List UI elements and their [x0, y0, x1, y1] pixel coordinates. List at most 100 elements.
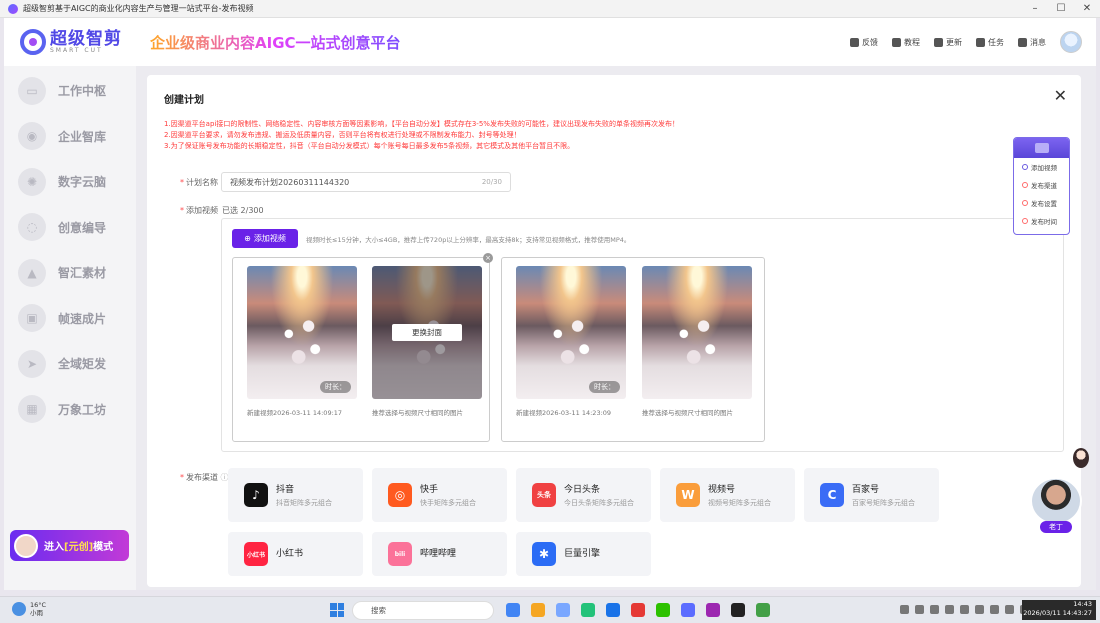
monitor-icon: ▭ — [18, 76, 46, 105]
taskbar: 16°C 小雨 搜索 14:43 2026/03/11 14:43:27 — [0, 596, 1100, 623]
sidebar-item-label: 创意编导 — [58, 220, 107, 235]
header-action-label: 反馈 — [862, 37, 878, 47]
logo[interactable]: 超级智剪 SMART CUT — [20, 29, 150, 55]
video-thumbnail[interactable]: 更换封面 — [372, 266, 482, 399]
player-icon[interactable] — [731, 603, 745, 617]
taskbar-search[interactable]: 搜索 — [352, 601, 494, 620]
video-thumbnail[interactable] — [642, 266, 752, 399]
xiaohongshu-icon: 小红书 — [244, 542, 268, 566]
window-titlebar: 超级智剪基于AIGC的商业化内容生产与管理一站式平台-发布视频 – ☐ ✕ — [0, 0, 1100, 18]
step-0[interactable]: 添加视频 — [1014, 158, 1069, 176]
weather-icon — [12, 602, 26, 616]
video-thumbnail[interactable]: 时长： — [516, 266, 626, 399]
step-2[interactable]: 发布设置 — [1014, 194, 1069, 212]
enter-yuanchuang-mode-button[interactable]: 进入 [元创] 模式 — [10, 530, 129, 561]
header-action-label: 任务 — [988, 37, 1004, 47]
maximize-button[interactable]: ☐ — [1048, 3, 1074, 14]
publish-steps-panel: 添加视频发布渠道 发布设置 发布时间 — [1013, 137, 1070, 235]
juliang-icon: ✱ — [532, 542, 556, 566]
sidebar-item-3[interactable]: ◌ 创意编导 — [4, 205, 136, 251]
bulb-icon: ◉ — [18, 122, 46, 151]
weather-widget[interactable]: 16°C 小雨 — [12, 601, 46, 617]
channel-xiaohongshu[interactable]: 小红书 小红书 — [228, 532, 363, 576]
sidebar-item-label: 智汇素材 — [58, 266, 107, 281]
header-action-3[interactable]: 任务 — [976, 37, 1004, 48]
card-caption: 推荐选择与视频尺寸相同的图片 — [642, 409, 733, 417]
header-action-label: 教程 — [904, 37, 920, 47]
minimize-button[interactable]: – — [1022, 3, 1048, 14]
app-icon-11[interactable] — [756, 603, 770, 617]
channel-douyin[interactable]: ♪ 抖音 抖音矩阵多元组合 — [228, 468, 363, 522]
header-action-0[interactable]: 反馈 — [850, 37, 878, 48]
window-title: 超级智剪基于AIGC的商业化内容生产与管理一站式平台-发布视频 — [23, 4, 254, 13]
app-icon-5[interactable] — [606, 603, 620, 617]
close-window-button[interactable]: ✕ — [1074, 3, 1100, 14]
channel-name: 哔哩哔哩 — [420, 549, 457, 559]
remove-group-icon[interactable]: × — [483, 253, 493, 263]
video-card[interactable]: 时长： 新建视频2026-03-11 14:23:09 — [516, 266, 626, 417]
sidebar-item-7[interactable]: ▦ 万象工坊 — [4, 387, 136, 433]
send-icon: ➤ — [18, 349, 46, 378]
wechat-icon[interactable] — [656, 603, 670, 617]
channel-name: 今日头条 — [564, 485, 601, 495]
channel-kuaishou[interactable]: ◎ 快手 快手矩阵多元组合 — [372, 468, 507, 522]
app-icon-3[interactable] — [556, 603, 570, 617]
assistant-face — [1030, 477, 1082, 525]
plan-name-value: 视频发布计划20260311144320 — [230, 177, 350, 187]
assistant-avatar[interactable]: 老丁 — [1030, 477, 1082, 533]
smartcut-taskbar-icon[interactable] — [681, 603, 695, 617]
sidebar-item-2[interactable]: ✺ 数字云脑 — [4, 159, 136, 205]
assistant-mini-avatar[interactable] — [1073, 448, 1089, 468]
channel-toutiao[interactable]: 头条 今日头条 今日头条矩阵多元组合 — [516, 468, 651, 522]
channel-baijiahao[interactable]: C 百家号 百家号矩阵多元组合 — [804, 468, 939, 522]
plus-circle-icon: ⊕ — [244, 234, 251, 243]
video-card[interactable]: 时长： 新建视频2026-03-11 14:09:17 — [247, 266, 357, 417]
channel-name: 百家号 — [852, 485, 880, 495]
user-avatar[interactable] — [1060, 31, 1082, 53]
channel-juliang[interactable]: ✱ 巨量引擎 — [516, 532, 651, 576]
sidebar-item-5[interactable]: ▣ 帧速成片 — [4, 296, 136, 342]
slogan: 企业级商业内容AIGC一站式创意平台 — [150, 33, 401, 52]
header-action-2[interactable]: 更新 — [934, 37, 962, 48]
dialog-close-icon[interactable]: ✕ — [1054, 86, 1067, 105]
video-thumbnail[interactable]: 时长： — [247, 266, 357, 399]
header-action-4[interactable]: 消息 — [1018, 37, 1046, 48]
video-group: 时长： 新建视频2026-03-11 14:23:09 推荐选择与视频尺寸相同的图片 — [501, 257, 765, 442]
sidebar-item-6[interactable]: ➤ 全域矩发 — [4, 341, 136, 387]
app-icon-9[interactable] — [706, 603, 720, 617]
sidebar-item-1[interactable]: ◉ 企业智库 — [4, 114, 136, 160]
chrome-icon[interactable] — [506, 603, 520, 617]
step-label: 添加视频 — [1031, 164, 1057, 172]
clock-datetime: 2026/03/11 14:43:27 — [1023, 609, 1092, 617]
plan-name-input[interactable]: 视频发布计划20260311144320 20/30 — [221, 172, 511, 192]
step-1[interactable]: 发布渠道 — [1014, 176, 1069, 194]
sidebar-item-4[interactable]: ▲ 智汇素材 — [4, 250, 136, 296]
weather-desc: 小雨 — [30, 609, 43, 617]
header-action-1[interactable]: 教程 — [892, 37, 920, 48]
channel-bilibili[interactable]: bili 哔哩哔哩 — [372, 532, 507, 576]
wps-icon[interactable] — [631, 603, 645, 617]
toutiao-icon: 头条 — [532, 483, 556, 507]
step-3[interactable]: 发布时间 — [1014, 212, 1069, 230]
selected-count: 已选 2/300 — [222, 206, 264, 215]
start-button[interactable] — [330, 603, 344, 617]
change-cover-button[interactable]: 更换封面 — [392, 324, 462, 341]
plan-name-label: * 计划名称 — [180, 178, 218, 187]
notice-line: 2.因渠道平台要求，请勿发布违规、搬运及低质量内容，否则平台将有权进行处理或不限… — [164, 131, 521, 139]
channel-subtitle: 快手矩阵多元组合 — [420, 499, 476, 507]
channel-subtitle: 抖音矩阵多元组合 — [276, 499, 332, 507]
sidebar-item-0[interactable]: ▭ 工作中枢 — [4, 68, 136, 114]
video-upload-area: ⊕ 添加视频 视频时长≤15分钟，大小≤4GB，推荐上传720p以上分辨率，最高… — [221, 218, 1064, 452]
channel-name: 小红书 — [276, 549, 304, 559]
folder-icon[interactable] — [531, 603, 545, 617]
clock[interactable]: 14:43 2026/03/11 14:43:27 — [1022, 600, 1096, 620]
app-icon-4[interactable] — [581, 603, 595, 617]
channel-shipinhao[interactable]: W 视频号 视频号矩阵多元组合 — [660, 468, 795, 522]
channel-subtitle: 视频号矩阵多元组合 — [708, 499, 771, 507]
taskbar-search-label: 搜索 — [371, 606, 386, 615]
channels-label: * 发布渠道 ⓘ — [180, 473, 229, 482]
add-video-button[interactable]: ⊕ 添加视频 — [232, 229, 298, 248]
cover-card[interactable]: 更换封面 推荐选择与视频尺寸相同的图片 — [372, 266, 482, 417]
cover-card[interactable]: 推荐选择与视频尺寸相同的图片 — [642, 266, 752, 417]
header-action-label: 消息 — [1030, 37, 1046, 47]
